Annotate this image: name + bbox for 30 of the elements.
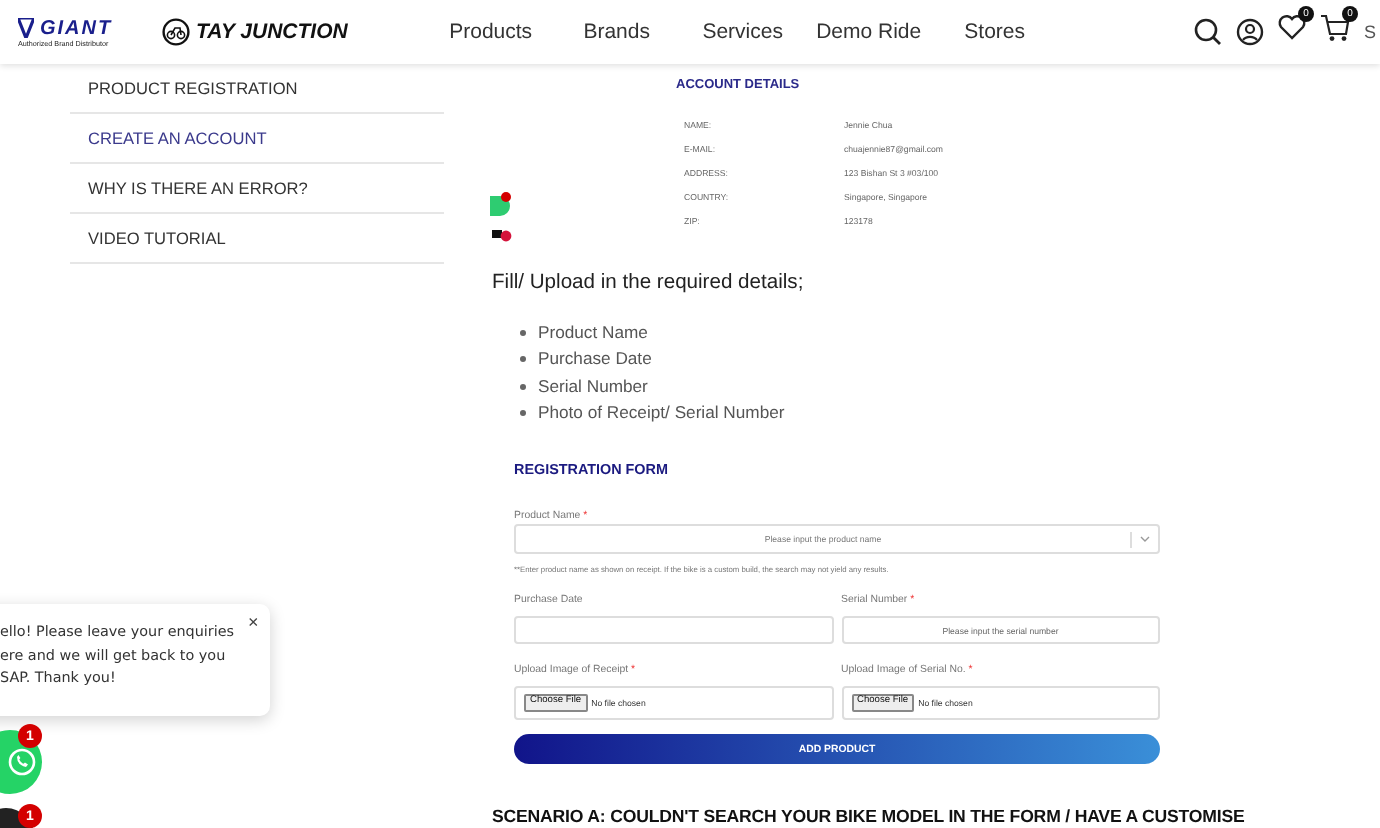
nav-link[interactable]: Stores (931, 20, 1058, 44)
currency-label[interactable]: S (1364, 22, 1380, 42)
list-item: Photo of Receipt/ Serial Number (538, 399, 785, 426)
chevron-down-icon (1140, 536, 1150, 543)
input-field[interactable] (514, 616, 833, 645)
list-item: Product Name (538, 320, 648, 346)
close-button[interactable]: × (248, 614, 259, 632)
sidebar-link[interactable]: CREATE AN ACCOUNT (70, 114, 444, 164)
phone-icon (8, 748, 36, 776)
nav-link[interactable]: Services (679, 20, 806, 44)
nav-link[interactable]: Brands (553, 20, 680, 44)
floating-message-icon[interactable] (492, 226, 512, 244)
sidebar-link[interactable]: WHY IS THERE AN ERROR? (70, 164, 444, 214)
brand-mark-icon (18, 18, 34, 38)
cart-icon[interactable] (1320, 13, 1350, 41)
instruction-text: Fill/ Upload in the required details; (492, 272, 804, 296)
nav-link[interactable]: Demo Ride (805, 20, 932, 44)
user-icon[interactable] (1236, 18, 1264, 46)
floating-chat-icon[interactable] (490, 192, 514, 220)
store-logo[interactable]: TAY JUNCTION (196, 20, 348, 44)
list-item: Serial Number (538, 373, 648, 400)
bicycle-circle-icon (162, 18, 190, 46)
nav-link[interactable]: Products (427, 20, 554, 44)
list-item: Purchase Date (538, 346, 652, 373)
section-heading: SCENARIO A: COULDN'T SEARCH YOUR BIKE MODEL IN THE FORM / HAVE A CUSTOMISE (492, 806, 1245, 827)
heart-icon[interactable] (1278, 14, 1306, 40)
sidebar-link[interactable]: PRODUCT REGISTRATION (70, 64, 444, 114)
sidebar-link[interactable]: VIDEO TUTORIAL (70, 214, 444, 264)
brand-logo[interactable]: GIANT (40, 17, 113, 39)
search-icon[interactable] (1194, 18, 1222, 46)
